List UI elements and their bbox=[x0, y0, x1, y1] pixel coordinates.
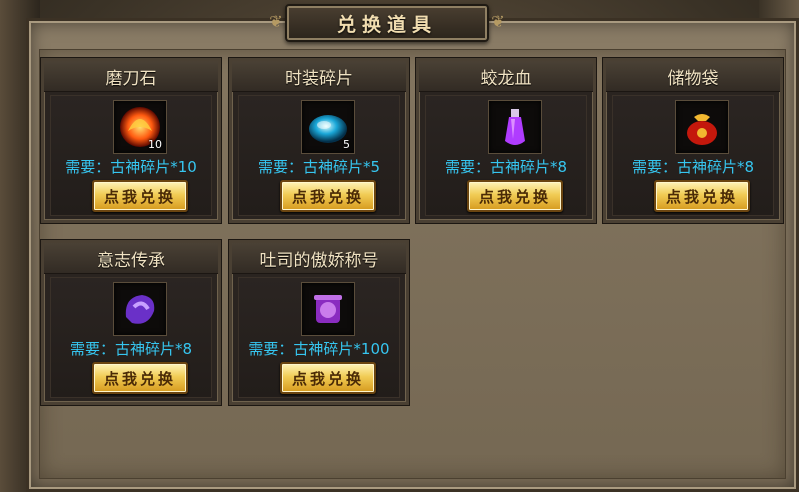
exchange-button-label: 点我兑换 bbox=[103, 369, 176, 388]
cost-text: 需要：古神碎片*10 bbox=[65, 158, 197, 176]
window-title: 兑换道具 bbox=[336, 13, 437, 36]
exchange-button-label: 点我兑换 bbox=[665, 187, 738, 206]
item-name: 蛟龙血 bbox=[480, 68, 532, 89]
fashion-shard-icon[interactable]: 5 bbox=[301, 100, 355, 154]
card-header: 时装碎片 bbox=[232, 61, 406, 92]
item-quantity: 5 bbox=[343, 138, 350, 151]
card-body: 10 需要：古神碎片*10 点我兑换 bbox=[50, 95, 212, 216]
item-card-whetstone: 磨刀石 10 需要：古神碎片*10 点我兑换 bbox=[41, 58, 221, 223]
card-body: 需要：古神碎片*100 点我兑换 bbox=[238, 277, 400, 398]
card-body: 需要：古神碎片*8 点我兑换 bbox=[612, 95, 774, 216]
exchange-button-label: 点我兑换 bbox=[291, 187, 364, 206]
ornament-left-icon: ❦ bbox=[269, 12, 283, 31]
item-name: 储物袋 bbox=[667, 68, 719, 89]
item-card-title-scroll: 吐司的傲娇称号 需要：古神碎片*100 点我兑换 bbox=[229, 240, 409, 405]
exchange-button-label: 点我兑换 bbox=[291, 369, 364, 388]
item-card-will-inheritance: 意志传承 需要：古神碎片*8 点我兑换 bbox=[41, 240, 221, 405]
item-name: 意志传承 bbox=[97, 250, 165, 271]
cost-text: 需要：古神碎片*8 bbox=[444, 158, 568, 176]
card-body: 5 需要：古神碎片*5 点我兑换 bbox=[238, 95, 400, 216]
card-header: 蛟龙血 bbox=[419, 61, 593, 92]
will-inheritance-icon[interactable] bbox=[113, 282, 167, 336]
item-card-storage-bag: 储物袋 需要：古神碎片*8 点我兑换 bbox=[603, 58, 783, 223]
exchange-button[interactable]: 点我兑换 bbox=[280, 180, 376, 212]
title-plate: ❦ 兑换道具 ❦ bbox=[269, 4, 505, 42]
cost-text: 需要：古神碎片*100 bbox=[248, 340, 390, 358]
exchange-button[interactable]: 点我兑换 bbox=[467, 180, 563, 212]
card-header: 储物袋 bbox=[606, 61, 780, 92]
cost-text: 需要：古神碎片*8 bbox=[69, 340, 193, 358]
item-name: 吐司的傲娇称号 bbox=[259, 250, 379, 271]
cost-text: 需要：古神碎片*8 bbox=[631, 158, 755, 176]
item-card-dragon-blood: 蛟龙血 需要：古神碎片*8 点我兑换 bbox=[416, 58, 596, 223]
storage-bag-icon[interactable] bbox=[675, 100, 729, 154]
exchange-button[interactable]: 点我兑换 bbox=[280, 362, 376, 394]
card-body: 需要：古神碎片*8 点我兑换 bbox=[425, 95, 587, 216]
item-name: 磨刀石 bbox=[105, 68, 157, 89]
card-header: 意志传承 bbox=[44, 243, 218, 274]
exchange-button[interactable]: 点我兑换 bbox=[654, 180, 750, 212]
card-body: 需要：古神碎片*8 点我兑换 bbox=[50, 277, 212, 398]
item-quantity: 10 bbox=[148, 138, 162, 151]
exchange-button[interactable]: 点我兑换 bbox=[92, 362, 188, 394]
exchange-button-label: 点我兑换 bbox=[103, 187, 176, 206]
exchange-button[interactable]: 点我兑换 bbox=[92, 180, 188, 212]
card-header: 吐司的傲娇称号 bbox=[232, 243, 406, 274]
cost-text: 需要：古神碎片*5 bbox=[257, 158, 381, 176]
whetstone-icon[interactable]: 10 bbox=[113, 100, 167, 154]
dragon-blood-potion-icon[interactable] bbox=[488, 100, 542, 154]
card-header: 磨刀石 bbox=[44, 61, 218, 92]
item-card-fashion-shard: 时装碎片 5 需要：古神碎片*5 点我兑换 bbox=[229, 58, 409, 223]
exchange-button-label: 点我兑换 bbox=[478, 187, 551, 206]
title-scroll-icon[interactable] bbox=[301, 282, 355, 336]
ornament-right-icon: ❦ bbox=[491, 12, 505, 31]
item-name: 时装碎片 bbox=[285, 68, 353, 89]
